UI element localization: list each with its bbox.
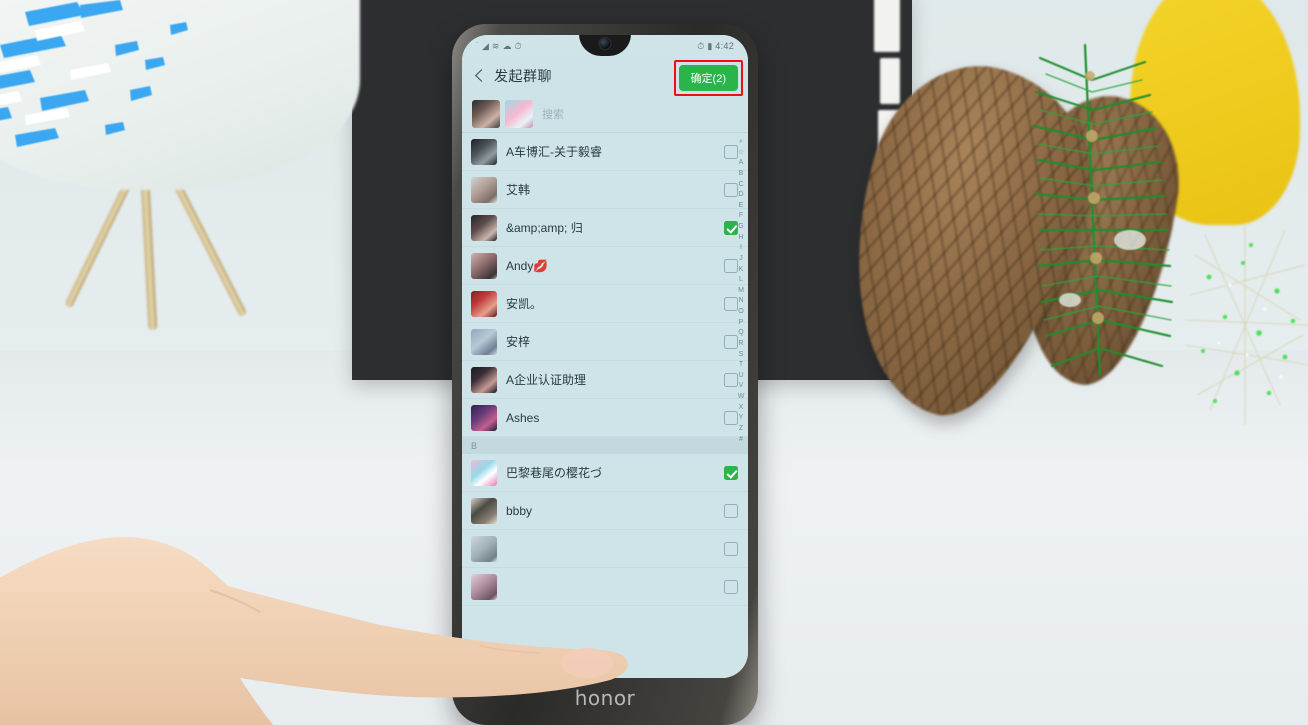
alphabet-index-letter[interactable]: S [739,350,744,361]
selected-avatar[interactable] [505,99,533,128]
checkbox[interactable] [724,579,738,594]
battery-icon: ▮ [707,40,713,51]
contact-name: Ashes [506,410,540,425]
avatar [471,290,497,317]
alphabet-index-letter[interactable]: H [738,233,743,244]
alphabet-index-letter[interactable]: I [740,243,742,254]
alphabet-index-letter[interactable]: U [738,371,743,382]
alphabet-index-letter[interactable]: J [739,254,743,265]
avatar [471,138,497,165]
wifi-icon: ≋ [491,40,500,51]
contact-name: 艾韩 [506,183,531,197]
box-letter [880,58,900,104]
avatar [471,252,497,279]
confirm-highlight-box: 确定(2) [673,60,743,96]
glitter-star [1185,225,1308,425]
avatar [471,214,497,241]
avatar [471,328,497,355]
contact-name: A车博汇-关于毅睿 [506,145,603,159]
pointing-hand [0,537,628,725]
list-item[interactable]: Ashes [462,399,748,437]
list-item[interactable]: 安凯。 [462,285,748,323]
contact-name: Andy💋 [506,258,549,273]
contact-name: 巴黎巷尾の樱花づ [506,466,603,480]
section-header: B [462,437,748,454]
alphabet-index-letter[interactable]: ⌕ [739,137,743,148]
confirm-button[interactable]: 确定(2) [678,65,738,91]
alphabet-index-letter[interactable]: K [739,265,744,276]
back-icon[interactable] [472,68,488,84]
avatar [471,366,497,393]
list-item[interactable]: &amp;amp; 归 [462,209,748,247]
list-item[interactable]: 艾韩 [462,171,748,209]
clock-icon: ⏱ [697,40,705,51]
alphabet-index-letter[interactable]: X [739,403,744,414]
list-item[interactable]: 巴黎巷尾の樱花づ [462,454,748,492]
alphabet-index-letter[interactable]: O [738,307,743,318]
search-input[interactable]: 搜索 [538,106,564,122]
checkbox[interactable] [724,465,738,480]
planter-brush-strokes [0,0,188,147]
alphabet-index-letter[interactable]: C [738,180,743,191]
list-item[interactable]: A企业认证助理 [462,361,748,399]
alphabet-index-letter[interactable]: # [739,435,743,446]
list-item[interactable]: Andy💋 [462,247,748,285]
nav-bar: 发起群聊 确定(2) [462,57,748,96]
box-letter [874,0,900,52]
alphabet-index-letter[interactable]: A [739,158,744,169]
checkbox[interactable] [724,541,738,556]
status-bar-time: 4:42 [715,41,734,51]
alphabet-index-letter[interactable]: D [738,190,743,201]
alphabet-index-letter[interactable]: B [739,169,744,180]
alphabet-index-letter[interactable]: Q [738,328,743,339]
alphabet-index-letter[interactable]: E [739,201,744,212]
status-bar-right: ⏱ ▮ 4:42 [697,41,734,51]
signal-dots-icon: ˙ [476,40,479,51]
alphabet-index-letter[interactable]: V [739,381,744,392]
cloud-icon: ☁ [502,40,512,51]
contact-name: &amp;amp; 归 [506,221,583,235]
planter-assembly [0,0,380,380]
list-item[interactable]: A车博汇-关于毅睿 [462,133,748,171]
alphabet-index-letter[interactable]: R [738,339,743,350]
alphabet-index-letter[interactable]: P [739,318,744,329]
avatar [471,459,497,486]
status-bar-left: ˙ ◢ ≋ ☁ ⏱ [476,40,522,51]
alphabet-index-letter[interactable]: G [738,222,743,233]
selected-and-search-row: 搜索 [462,95,748,133]
alarm-icon: ⏱ [514,40,522,51]
contact-name: 安梓 [506,335,531,349]
alphabet-index-letter[interactable]: W [738,392,745,403]
page-title: 发起群聊 [494,68,552,84]
alphabet-index[interactable]: ⌕ ☆ A B C D E F G H I J K L M N O P Q R S T U V W X Y Z # [735,137,747,445]
alphabet-index-letter[interactable]: ☆ [738,148,744,159]
contact-name: A企业认证助理 [506,373,587,387]
alphabet-index-letter[interactable]: Z [739,424,743,435]
signal-bars-icon: ◢ [482,40,489,51]
alphabet-index-letter[interactable]: F [739,211,743,222]
photo-scene: honor ˙ ◢ ≋ ☁ ⏱ ⏱ ▮ 4:42 发起群聊 确定(2) 搜索 A… [0,0,1308,725]
list-item[interactable]: 安梓 [462,323,748,361]
checkbox[interactable] [724,503,738,518]
alphabet-index-letter[interactable]: N [738,296,743,307]
selected-avatar[interactable] [472,99,500,128]
avatar [471,404,497,431]
alphabet-index-letter[interactable]: Y [739,413,744,424]
alphabet-index-letter[interactable]: T [739,360,743,371]
contact-name: 安凯。 [506,297,543,311]
avatar [471,176,497,203]
alphabet-index-letter[interactable]: M [738,286,744,297]
alphabet-index-letter[interactable]: L [739,275,743,286]
